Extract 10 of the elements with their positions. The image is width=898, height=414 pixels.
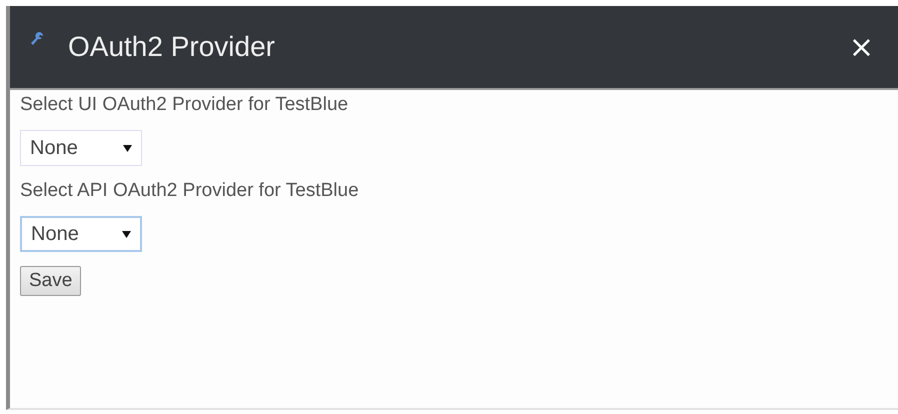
- caret-icon: [122, 230, 131, 238]
- close-button[interactable]: ×: [842, 30, 880, 64]
- provider-dropdown[interactable]: None: [20, 216, 142, 252]
- save-button[interactable]: Save: [20, 266, 82, 296]
- field-label: Select UI OAuth2 Provider for TestBlue: [20, 94, 348, 116]
- wrench-icon: [30, 31, 44, 47]
- field-label: Select API OAuth2 Provider for TestBlue: [20, 180, 359, 202]
- provider-dropdown[interactable]: None: [20, 130, 142, 166]
- dialog-title: OAuth2 Provider: [68, 31, 276, 63]
- caret-icon: [123, 144, 132, 152]
